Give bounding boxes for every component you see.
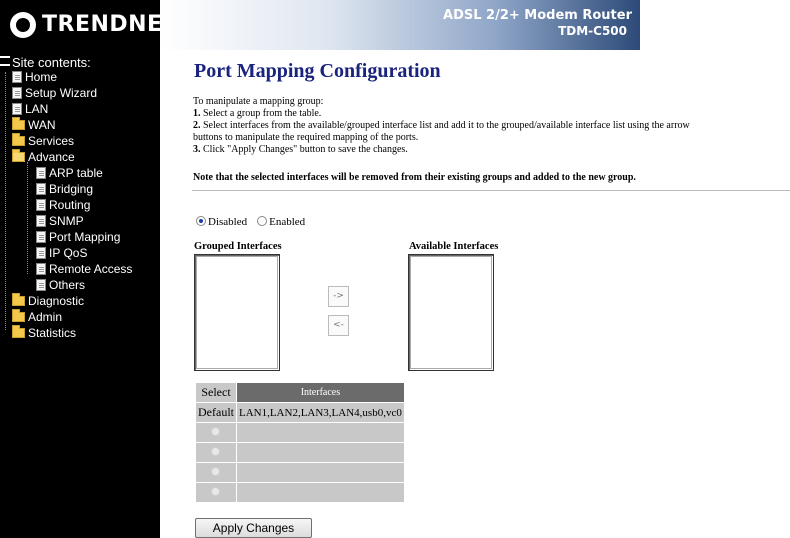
folder-icon xyxy=(12,325,25,338)
sidebar-item-ip-qos[interactable]: IP QoS xyxy=(36,246,87,261)
instruction-step-2: 2. Select interfaces from the available/… xyxy=(193,120,690,131)
page-icon xyxy=(36,247,46,259)
header-banner-edge xyxy=(640,0,790,50)
sidebar-item-port-mapping[interactable]: Port Mapping xyxy=(36,230,120,245)
page-icon xyxy=(36,167,46,179)
table-row[interactable] xyxy=(195,482,405,503)
row-select-cell xyxy=(195,442,237,463)
row-interfaces-cell xyxy=(235,422,405,443)
row-interfaces-cell xyxy=(235,462,405,483)
page-icon xyxy=(12,103,22,115)
sidebar-title: Site contents: xyxy=(0,55,91,71)
interfaces-column-header: Interfaces xyxy=(235,382,405,403)
add-to-available-button[interactable]: -> xyxy=(328,286,349,307)
disabled-label: Disabled xyxy=(208,216,248,228)
row-radio[interactable] xyxy=(211,467,221,476)
note-text: Note that the selected interfaces will b… xyxy=(193,172,636,183)
apply-changes-button[interactable]: Apply Changes xyxy=(195,518,312,538)
row-radio[interactable] xyxy=(211,427,221,436)
page-icon xyxy=(12,71,22,83)
sidebar-item-admin[interactable]: Admin xyxy=(12,309,62,325)
sidebar-item-home[interactable]: Home xyxy=(12,70,57,85)
add-to-grouped-button[interactable]: <- xyxy=(328,315,349,336)
instructions-intro: To manipulate a mapping group: xyxy=(193,96,324,107)
model-name: TDM-C500 xyxy=(558,24,627,38)
page-icon xyxy=(36,231,46,243)
page-icon xyxy=(36,279,46,291)
logo: TRENDNET xyxy=(0,0,178,50)
logo-text: TRENDNET xyxy=(42,12,179,37)
row-radio[interactable] xyxy=(211,487,221,496)
row-interfaces-cell: LAN1,LAN2,LAN3,LAN4,usb0,vc0 xyxy=(235,402,405,423)
available-interfaces-list[interactable] xyxy=(408,254,494,371)
sidebar-item-remote-access[interactable]: Remote Access xyxy=(36,262,132,277)
main-content: Port Mapping Configuration To manipulate… xyxy=(160,50,790,538)
table-row[interactable] xyxy=(195,442,405,463)
sidebar-item-others[interactable]: Others xyxy=(36,278,85,293)
trendnet-logo-icon xyxy=(10,12,36,38)
row-interfaces-cell xyxy=(235,482,405,503)
table-row[interactable]: Default LAN1,LAN2,LAN3,LAN4,usb0,vc0 xyxy=(195,402,405,423)
table-header-row: Select Interfaces xyxy=(195,382,405,403)
instruction-step-3: 3. Click "Apply Changes" button to save … xyxy=(193,144,408,155)
sidebar: Site contents: Home Setup Wizard LAN WAN… xyxy=(0,50,160,538)
tree-root-icon xyxy=(0,56,10,66)
row-interfaces-cell xyxy=(235,442,405,463)
folder-icon xyxy=(12,133,25,146)
page-icon xyxy=(12,87,22,99)
folder-icon xyxy=(12,293,25,306)
sidebar-item-arp-table[interactable]: ARP table xyxy=(36,166,103,181)
page-icon xyxy=(36,199,46,211)
sidebar-item-snmp[interactable]: SNMP xyxy=(36,214,84,229)
enabled-radio[interactable] xyxy=(257,216,268,226)
folder-icon xyxy=(12,309,25,322)
sidebar-item-wan[interactable]: WAN xyxy=(12,117,56,133)
available-interfaces-label: Available Interfaces xyxy=(409,241,499,252)
instruction-step-1: 1. Select a group from the table. xyxy=(193,108,322,119)
disabled-radio[interactable] xyxy=(196,216,206,226)
sidebar-item-diagnostic[interactable]: Diagnostic xyxy=(12,293,84,309)
sidebar-item-bridging[interactable]: Bridging xyxy=(36,182,93,197)
page-title: Port Mapping Configuration xyxy=(194,60,441,82)
folder-icon xyxy=(12,117,25,130)
sidebar-item-setup-wizard[interactable]: Setup Wizard xyxy=(12,86,97,101)
sidebar-item-statistics[interactable]: Statistics xyxy=(12,325,76,341)
divider xyxy=(192,190,790,191)
select-column-header: Select xyxy=(195,382,237,403)
sidebar-item-advance[interactable]: Advance xyxy=(12,149,75,165)
mode-selector: Disabled Enabled xyxy=(196,212,311,230)
open-folder-icon xyxy=(12,149,25,162)
instruction-step-2-cont: buttons to manipulate the required mappi… xyxy=(193,132,419,143)
grouped-interfaces-list[interactable] xyxy=(194,254,280,371)
row-radio[interactable] xyxy=(211,447,221,456)
tree-line xyxy=(5,72,6,330)
row-select-cell xyxy=(195,482,237,503)
row-select-cell: Default xyxy=(195,402,237,423)
page-icon xyxy=(36,215,46,227)
header: TRENDNET ADSL 2/2+ Modem Router TDM-C500 xyxy=(0,0,790,50)
sidebar-item-services[interactable]: Services xyxy=(12,133,74,149)
page-icon xyxy=(36,263,46,275)
product-line: ADSL 2/2+ Modem Router xyxy=(443,8,632,23)
table-row[interactable] xyxy=(195,462,405,483)
table-row[interactable] xyxy=(195,422,405,443)
tree-line-advance xyxy=(27,162,28,274)
sidebar-item-lan[interactable]: LAN xyxy=(12,102,48,117)
sidebar-item-routing[interactable]: Routing xyxy=(36,198,90,213)
row-select-cell xyxy=(195,422,237,443)
page-icon xyxy=(36,183,46,195)
grouped-interfaces-label: Grouped Interfaces xyxy=(194,241,282,252)
row-select-cell xyxy=(195,462,237,483)
mapping-table: Select Interfaces Default LAN1,LAN2,LAN3… xyxy=(195,382,405,503)
enabled-label: Enabled xyxy=(269,216,306,228)
